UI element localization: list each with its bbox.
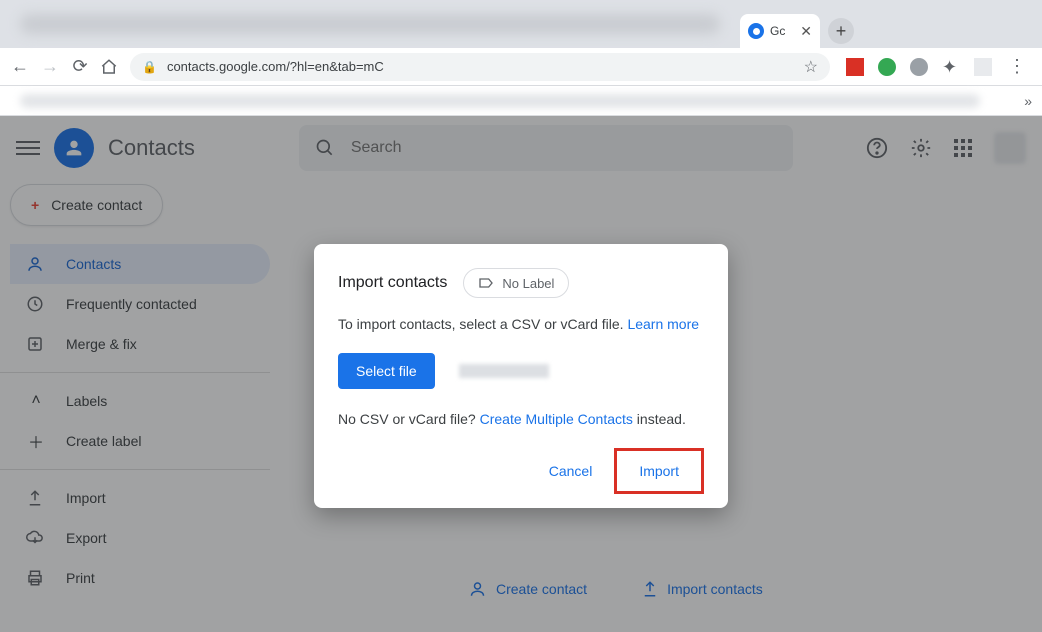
extensions-menu-icon[interactable]: ✦ (942, 58, 960, 76)
create-multiple-link[interactable]: Create Multiple Contacts (480, 411, 633, 427)
tab-favicon (748, 23, 764, 39)
bookmarks-blurred (20, 94, 980, 108)
new-tab-button[interactable]: + (828, 18, 854, 44)
selected-file-name (459, 364, 549, 378)
reload-icon[interactable]: ⟳ (70, 56, 90, 77)
tab-strip: Gc ✕ + (0, 0, 1042, 48)
dialog-instructions: To import contacts, select a CSV or vCar… (338, 314, 704, 335)
tab-title: Gc (770, 24, 785, 38)
bookmarks-bar: » (0, 86, 1042, 116)
cancel-button[interactable]: Cancel (531, 448, 611, 494)
tab-close-icon[interactable]: ✕ (800, 23, 812, 40)
bookmarks-overflow-icon[interactable]: » (1024, 93, 1032, 109)
address-bar: ← → ⟳ 🔒 contacts.google.com/?hl=en&tab=m… (0, 48, 1042, 86)
bookmark-star-icon[interactable]: ☆ (804, 57, 818, 77)
chip-label: No Label (502, 276, 554, 291)
extension-icons: ✦ (840, 58, 992, 76)
other-tabs-blurred (20, 14, 720, 34)
forward-icon: → (40, 56, 60, 77)
extension-icon[interactable] (910, 58, 928, 76)
browser-menu-icon[interactable]: ⋮ (1002, 56, 1032, 77)
no-label-chip[interactable]: No Label (463, 268, 569, 298)
import-contacts-dialog: Import contacts No Label To import conta… (314, 244, 728, 508)
import-highlight-box: Import (614, 448, 704, 494)
select-file-button[interactable]: Select file (338, 353, 435, 389)
omnibox[interactable]: 🔒 contacts.google.com/?hl=en&tab=mC ☆ (130, 53, 830, 81)
extension-icon[interactable] (846, 58, 864, 76)
dialog-alt-text: No CSV or vCard file? Create Multiple Co… (338, 409, 704, 430)
url-text: contacts.google.com/?hl=en&tab=mC (167, 59, 384, 74)
dialog-title: Import contacts (338, 274, 447, 292)
label-icon (478, 275, 494, 291)
home-icon[interactable] (100, 58, 120, 76)
extension-icon[interactable] (878, 58, 896, 76)
back-icon[interactable]: ← (10, 56, 30, 77)
import-button[interactable]: Import (621, 453, 697, 489)
active-tab[interactable]: Gc ✕ (740, 14, 820, 48)
learn-more-link[interactable]: Learn more (627, 316, 699, 332)
extension-icon[interactable] (974, 58, 992, 76)
lock-icon: 🔒 (142, 60, 157, 74)
